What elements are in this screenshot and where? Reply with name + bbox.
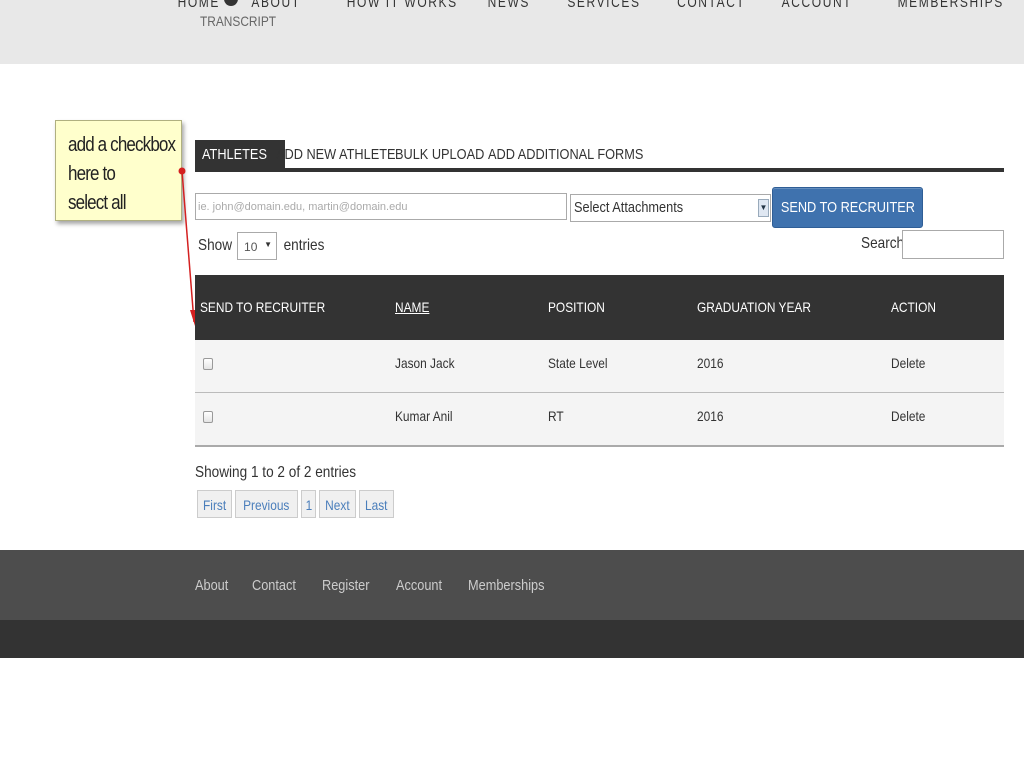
entries-label: entries bbox=[283, 237, 325, 254]
delete-link[interactable]: Delete bbox=[891, 393, 931, 445]
nav-how-it-works[interactable]: HOW IT WORKS bbox=[347, 0, 458, 11]
tab-add-additional-forms[interactable]: ADD ADDITIONAL FORMS bbox=[481, 140, 678, 168]
nav-home[interactable]: HOME bbox=[177, 0, 219, 11]
column-action: ACTION bbox=[891, 299, 936, 315]
athlete-position: State Level bbox=[548, 355, 608, 371]
athlete-graduation-year: 2016 bbox=[697, 408, 724, 424]
search-input[interactable] bbox=[902, 230, 1004, 259]
athlete-name: Kumar Anil bbox=[395, 408, 453, 424]
site-footer: About Contact Register Account Membershi… bbox=[0, 550, 1024, 620]
send-to-recruiter-button[interactable]: SEND TO RECRUITER bbox=[772, 187, 923, 228]
footer-links: About Contact Register Account Membershi… bbox=[195, 577, 576, 594]
table-info: Showing 1 to 2 of 2 entries bbox=[195, 464, 357, 481]
column-send-to-recruiter: SEND TO RECRUITER bbox=[200, 299, 326, 315]
pagination-previous[interactable]: Previous bbox=[235, 490, 298, 518]
athlete-name: Jason Jack bbox=[395, 355, 455, 371]
footer-link-memberships[interactable]: Memberships bbox=[468, 577, 558, 594]
footer-link-account[interactable]: Account bbox=[396, 577, 450, 594]
attachments-select[interactable]: Select Attachments ▼ bbox=[570, 194, 771, 222]
chevron-down-icon[interactable]: ▼ bbox=[758, 199, 769, 217]
athlete-graduation-year: 2016 bbox=[697, 355, 724, 371]
nav-account[interactable]: ACCOUNT bbox=[782, 0, 853, 11]
annotation-line: select all bbox=[68, 192, 126, 214]
athlete-tabs: ATHLETES ADD NEW ATHLETE BULK UPLOAD ADD… bbox=[195, 140, 1004, 172]
chevron-down-icon: ▼ bbox=[264, 240, 273, 249]
footer-link-contact[interactable]: Contact bbox=[252, 577, 304, 594]
nav-about[interactable]: ABOUT bbox=[251, 0, 300, 11]
recruiter-email-input[interactable] bbox=[195, 193, 567, 220]
show-entries-control: Show 10 ▼ entries bbox=[195, 231, 328, 261]
logo-text: TRANSCRIPT bbox=[200, 13, 277, 29]
annotation-line: add a checkbox bbox=[68, 134, 176, 156]
pagination-last[interactable]: Last bbox=[359, 490, 394, 518]
site-header: TRANSCRIPT HOME ABOUT HOW IT WORKS NEWS … bbox=[0, 0, 1024, 64]
table-row: Jason Jack State Level 2016 Delete bbox=[195, 340, 1004, 393]
show-label: Show bbox=[198, 237, 233, 254]
search-label: Search: bbox=[861, 235, 908, 252]
page-size-value: 10 bbox=[244, 240, 258, 254]
row-select-checkbox[interactable] bbox=[203, 411, 213, 423]
pagination: First Previous 1 Next Last bbox=[197, 490, 397, 518]
pagination-next[interactable]: Next bbox=[319, 490, 357, 518]
main-nav: HOME ABOUT HOW IT WORKS NEWS SERVICES CO… bbox=[148, 0, 1004, 11]
attachments-select-value: Select Attachments bbox=[574, 199, 684, 216]
pagination-first[interactable]: First bbox=[197, 490, 233, 518]
pagination-page-1[interactable]: 1 bbox=[300, 490, 317, 518]
sub-footer bbox=[0, 620, 1024, 658]
nav-services[interactable]: SERVICES bbox=[567, 0, 640, 11]
annotation-line: here to bbox=[68, 163, 116, 185]
nav-news[interactable]: NEWS bbox=[488, 0, 530, 11]
footer-link-about[interactable]: About bbox=[195, 577, 234, 594]
athlete-position: RT bbox=[548, 408, 564, 424]
nav-contact[interactable]: CONTACT bbox=[677, 0, 745, 11]
athletes-table: SEND TO RECRUITER NAME POSITION GRADUATI… bbox=[195, 275, 1004, 447]
footer-link-register[interactable]: Register bbox=[322, 577, 378, 594]
column-position: POSITION bbox=[548, 299, 605, 315]
table-row: Kumar Anil RT 2016 Delete bbox=[195, 393, 1004, 447]
column-graduation-year: GRADUATION YEAR bbox=[697, 299, 811, 315]
delete-link[interactable]: Delete bbox=[891, 340, 931, 392]
column-name-sort[interactable]: NAME bbox=[395, 275, 435, 340]
table-header: SEND TO RECRUITER NAME POSITION GRADUATI… bbox=[195, 275, 1004, 340]
page-size-select[interactable]: 10 ▼ bbox=[237, 232, 278, 260]
row-select-checkbox[interactable] bbox=[203, 358, 213, 370]
nav-memberships[interactable]: MEMBERSHIPS bbox=[898, 0, 1004, 11]
annotation-callout: add a checkbox here to select all bbox=[55, 120, 182, 221]
